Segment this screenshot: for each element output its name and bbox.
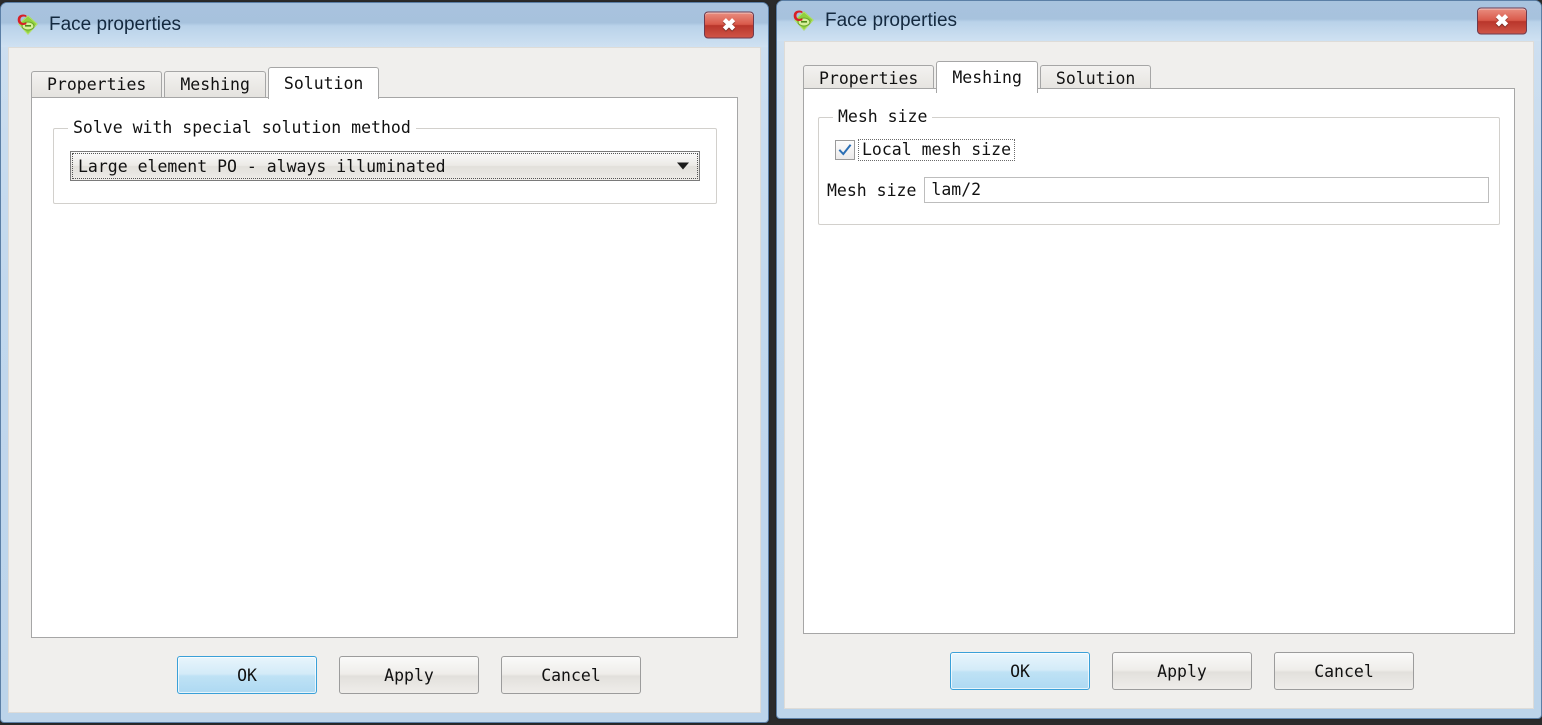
tab-label: Properties <box>47 75 147 94</box>
button-label: Cancel <box>1314 661 1374 681</box>
tabpage-meshing: Mesh size Local mesh size Mesh size lam/… <box>803 88 1515 634</box>
close-icon: ✖ <box>721 15 737 35</box>
tab-meshing[interactable]: Meshing <box>164 71 266 98</box>
local-mesh-size-checkbox[interactable] <box>835 140 855 160</box>
solution-method-value: Large element PO - always illuminated <box>78 156 446 176</box>
tab-label: Meshing <box>180 75 250 94</box>
close-icon: ✖ <box>1494 11 1510 31</box>
solution-method-combobox[interactable]: Large element PO - always illuminated <box>70 151 700 181</box>
button-label: OK <box>237 665 257 685</box>
screen: C Face properties ✖ Properties Meshing S… <box>0 0 1542 725</box>
close-button-left[interactable]: ✖ <box>704 11 754 39</box>
window-title-right: Face properties <box>825 10 958 31</box>
apply-button[interactable]: Apply <box>1112 652 1252 690</box>
svg-text:C: C <box>793 9 803 25</box>
app-logo-icon: C <box>15 12 41 38</box>
footer-right: OK Apply Cancel <box>785 634 1533 708</box>
dialog-client-right: Properties Meshing Solution Mesh size Lo… <box>784 41 1534 709</box>
button-label: OK <box>1010 661 1030 681</box>
tab-meshing[interactable]: Meshing <box>936 61 1038 93</box>
local-mesh-size-checkbox-row[interactable]: Local mesh size <box>835 139 1016 161</box>
app-logo-icon: C <box>791 8 817 34</box>
groupbox-title: Mesh size <box>833 107 933 126</box>
apply-button[interactable]: Apply <box>339 656 479 694</box>
dialog-window-right: C Face properties ✖ Properties Meshing S… <box>776 0 1542 719</box>
ok-button[interactable]: OK <box>177 656 317 694</box>
cancel-button[interactable]: Cancel <box>1274 652 1414 690</box>
dialog-client-left: Properties Meshing Solution Solve with s… <box>8 47 761 713</box>
ok-button[interactable]: OK <box>950 652 1090 690</box>
chevron-down-icon <box>677 162 689 170</box>
groupbox-mesh-size: Mesh size Local mesh size Mesh size lam/… <box>818 107 1500 225</box>
tab-solution[interactable]: Solution <box>267 67 380 99</box>
tab-label: Solution <box>1055 69 1136 88</box>
button-label: Apply <box>384 665 434 685</box>
cancel-button[interactable]: Cancel <box>501 656 641 694</box>
mesh-size-input[interactable]: lam/2 <box>924 177 1489 203</box>
titlebar-right[interactable]: C Face properties ✖ <box>777 1 1541 41</box>
titlebar-left[interactable]: C Face properties ✖ <box>1 3 768 47</box>
tab-properties[interactable]: Properties <box>31 71 163 98</box>
tab-label: Solution <box>283 74 364 93</box>
tab-label: Properties <box>819 69 919 88</box>
button-label: Apply <box>1157 661 1207 681</box>
window-title-left: Face properties <box>49 14 182 35</box>
groupbox-title: Solve with special solution method <box>68 118 416 137</box>
check-icon <box>838 144 852 156</box>
groupbox-solve-special-method: Solve with special solution method Large… <box>53 118 717 204</box>
close-button-right[interactable]: ✖ <box>1477 7 1527 35</box>
tabpage-solution: Solve with special solution method Large… <box>31 97 738 638</box>
button-label: Cancel <box>541 665 601 685</box>
local-mesh-size-label: Local mesh size <box>858 139 1016 161</box>
tab-label: Meshing <box>952 68 1022 87</box>
dialog-window-left: C Face properties ✖ Properties Meshing S… <box>0 2 769 723</box>
svg-text:C: C <box>17 13 27 29</box>
tabstrip-left: Properties Meshing Solution <box>31 66 738 99</box>
mesh-size-label: Mesh size <box>827 180 917 200</box>
mesh-size-field-row: Mesh size lam/2 <box>827 177 1489 203</box>
footer-left: OK Apply Cancel <box>9 638 760 712</box>
